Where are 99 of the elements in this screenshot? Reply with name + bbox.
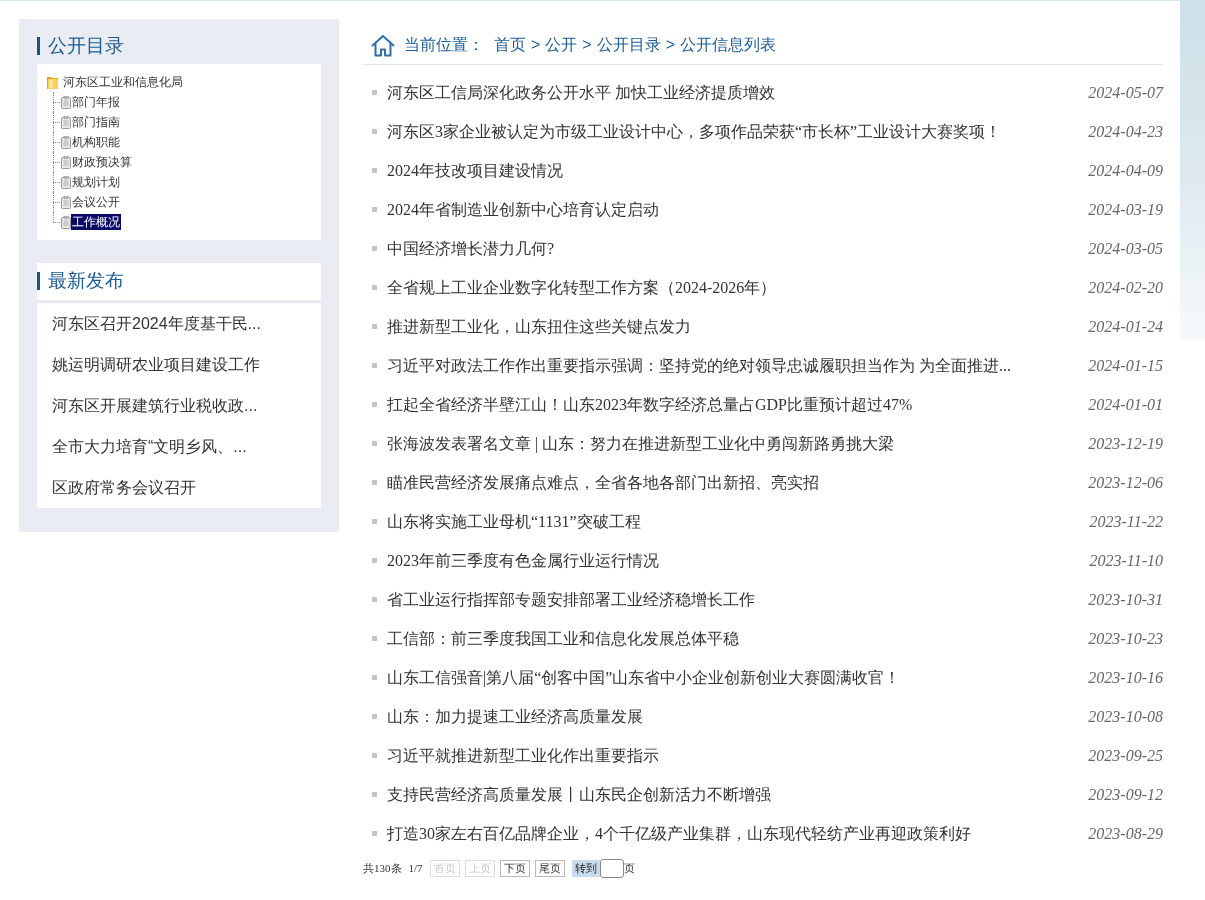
page-indicator: 1/7	[408, 860, 423, 876]
breadcrumb-link[interactable]: 公开	[545, 33, 578, 57]
article-link[interactable]: 张海波发表署名文章 | 山东：努力在推进新型工业化中勇闯新路勇挑大梁	[387, 431, 1089, 456]
breadcrumb-link[interactable]: 首页	[494, 33, 526, 57]
news-link[interactable]: 姚运明调研农业项目建设工作	[37, 344, 321, 385]
square-bullet-icon	[372, 597, 377, 602]
article-date: 2024-05-07	[1088, 82, 1163, 103]
article-date: 2024-04-23	[1088, 121, 1163, 142]
article-link[interactable]: 推进新型工业化，山东扭住这些关键点发力	[387, 314, 1089, 339]
article-link[interactable]: 山东工信强音|第八届“创客中国”山东省中小企业创新创业大赛圆满收官！	[387, 665, 1089, 690]
article-link[interactable]: 瞄准民营经济发展痛点难点，全省各地各部门出新招、亮实招	[387, 470, 1089, 495]
square-bullet-icon	[372, 480, 377, 485]
article-date: 2023-10-08	[1088, 706, 1163, 727]
article-date: 2024-04-09	[1088, 160, 1163, 181]
folder-icon	[47, 75, 59, 89]
tree-folder-item[interactable]: 河东区工业和信息化局	[62, 74, 184, 90]
article-link[interactable]: 工信部：前三季度我国工业和信息化发展总体平稳	[387, 626, 1089, 651]
article-date: 2023-09-12	[1088, 784, 1163, 805]
article-date: 2024-02-20	[1088, 277, 1163, 298]
article-date: 2024-03-19	[1088, 199, 1163, 220]
section-title: 公开目录	[37, 37, 321, 55]
document-icon	[61, 215, 71, 229]
pagination-button[interactable]: 下页	[499, 859, 530, 877]
news-link[interactable]: 全市大力培育“文明乡风、...	[37, 426, 321, 467]
article-date: 2023-12-06	[1088, 472, 1163, 493]
page-number-field[interactable]	[599, 858, 624, 878]
square-bullet-icon	[372, 90, 377, 95]
square-bullet-icon	[372, 558, 377, 563]
article-link[interactable]: 2024年技改项目建设情况	[387, 158, 1089, 183]
breadcrumb-label: 当前位置：	[404, 35, 484, 55]
tree-item[interactable]: 工作概况	[71, 214, 121, 230]
document-icon	[61, 155, 71, 169]
document-icon	[61, 195, 71, 209]
article-link[interactable]: 习近平对政法工作作出重要指示强调：坚持党的绝对领导忠诚履职担当作为 为全面推进...	[387, 353, 1089, 378]
square-bullet-icon	[372, 636, 377, 641]
news-link[interactable]: 河东区召开2024年度基干民...	[37, 303, 321, 344]
article-date: 2023-10-16	[1088, 667, 1163, 688]
square-bullet-icon	[372, 753, 377, 758]
article-date: 2023-11-10	[1089, 550, 1163, 571]
breadcrumb-link[interactable]: 公开信息列表	[680, 33, 777, 57]
article-link[interactable]: 山东：加力提速工业经济高质量发展	[387, 704, 1089, 729]
document-icon	[61, 115, 71, 129]
article-link[interactable]: 山东将实施工业母机“1131”突破工程	[387, 509, 1090, 534]
square-bullet-icon	[372, 324, 377, 329]
tree-item[interactable]: 部门指南	[71, 114, 121, 130]
square-bullet-icon	[372, 714, 377, 719]
square-bullet-icon	[372, 363, 377, 368]
article-date: 2023-10-31	[1088, 589, 1163, 610]
article-date: 2023-10-23	[1088, 628, 1163, 649]
article-link[interactable]: 习近平就推进新型工业化作出重要指示	[387, 743, 1089, 768]
tree-item[interactable]: 部门年报	[71, 94, 121, 110]
square-bullet-icon	[372, 168, 377, 173]
article-date: 2023-11-22	[1089, 511, 1163, 532]
article-link[interactable]: 扛起全省经济半壁江山！山东2023年数字经济总量占GDP比重预计超过47%	[387, 392, 1089, 417]
article-link[interactable]: 2024年省制造业创新中心培育认定启动	[387, 197, 1089, 222]
tree-item[interactable]: 会议公开	[71, 194, 121, 210]
breadcrumb-link[interactable]: 公开目录	[596, 33, 661, 57]
square-bullet-icon	[372, 792, 377, 797]
record-count: 共130条	[363, 860, 402, 876]
article-date: 2024-01-01	[1088, 394, 1163, 415]
article-date: 2023-09-25	[1088, 745, 1163, 766]
breadcrumb-separator: >	[531, 35, 541, 55]
article-link[interactable]: 全省规上工业企业数字化转型工作方案（2024-2026年）	[387, 275, 1089, 300]
document-icon	[61, 95, 71, 109]
square-bullet-icon	[372, 402, 377, 407]
square-bullet-icon	[372, 831, 377, 836]
tree-item[interactable]: 财政预决算	[71, 154, 133, 170]
tree-item[interactable]: 机构职能	[71, 134, 121, 150]
article-link[interactable]: 支持民营经济高质量发展丨山东民企创新活力不断增强	[387, 782, 1089, 807]
home-icon	[371, 33, 395, 57]
breadcrumb-separator: >	[665, 35, 676, 55]
document-icon	[61, 175, 71, 189]
page-unit-label: 页	[623, 860, 635, 876]
news-link[interactable]: 河东区开展建筑行业税收政...	[37, 385, 321, 426]
article-date: 2024-01-24	[1088, 316, 1163, 337]
article-date: 2024-03-05	[1088, 238, 1163, 259]
square-bullet-icon	[372, 207, 377, 212]
article-link[interactable]: 省工业运行指挥部专题安排部署工业经济稳增长工作	[387, 587, 1089, 612]
square-bullet-icon	[372, 519, 377, 524]
square-bullet-icon	[372, 246, 377, 251]
news-link[interactable]: 区政府常务会议召开	[37, 467, 321, 508]
article-link[interactable]: 2023年前三季度有色金属行业运行情况	[387, 548, 1090, 573]
document-icon	[61, 135, 71, 149]
square-bullet-icon	[372, 129, 377, 134]
pagination-button[interactable]: 尾页	[534, 859, 565, 877]
article-date: 2024-01-15	[1088, 355, 1163, 376]
article-link[interactable]: 河东区3家企业被认定为市级工业设计中心，多项作品荣获“市长杯”工业设计大赛奖项！	[387, 119, 1089, 144]
square-bullet-icon	[372, 441, 377, 446]
article-date: 2023-08-29	[1088, 823, 1163, 844]
article-link[interactable]: 中国经济增长潜力几何?	[387, 236, 1089, 261]
breadcrumb-separator: >	[582, 35, 592, 55]
section-title: 最新发布	[37, 272, 321, 290]
square-bullet-icon	[372, 285, 377, 290]
article-date: 2023-12-19	[1088, 433, 1163, 454]
article-link[interactable]: 河东区工信局深化政务公开水平 加快工业经济提质增效	[387, 80, 1089, 105]
article-link[interactable]: 打造30家左右百亿品牌企业，4个千亿级产业集群，山东现代轻纺产业再迎政策利好	[387, 821, 1089, 846]
square-bullet-icon	[372, 675, 377, 680]
tree-item[interactable]: 规划计划	[71, 174, 121, 190]
go-to-button[interactable]: 转到	[571, 859, 600, 877]
